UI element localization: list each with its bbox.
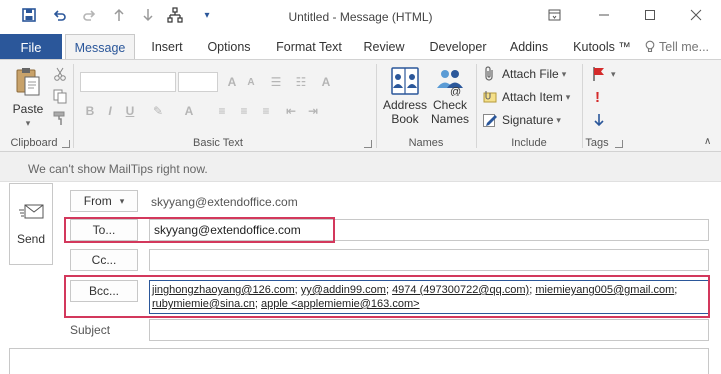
increase-indent-icon[interactable]: ⇥ — [305, 103, 321, 119]
tell-me-search[interactable]: Tell me... — [645, 34, 721, 60]
follow-up-button[interactable]: ▾ — [592, 64, 616, 84]
mailtips-bar: We can't show MailTips right now. — [0, 152, 721, 182]
check-names-icon: @ — [437, 70, 463, 96]
cc-field[interactable] — [149, 249, 709, 271]
ribbon-display-icon[interactable] — [545, 6, 563, 24]
numbering-icon[interactable]: ☷ — [293, 74, 309, 90]
send-envelope-icon — [19, 204, 44, 219]
font-size-dropdown[interactable] — [178, 72, 218, 92]
tell-me-label: Tell me... — [659, 40, 710, 54]
tab-review[interactable]: Review — [358, 34, 410, 60]
attach-file-dropdown-icon: ▾ — [561, 68, 567, 79]
attach-file-button[interactable]: Attach File ▾ — [482, 64, 566, 84]
basic-text-launcher-icon[interactable] — [364, 140, 372, 148]
subject-field[interactable] — [149, 319, 709, 341]
tab-message[interactable]: Message — [65, 34, 135, 60]
attach-file-label: Attach File — [502, 67, 559, 81]
tags-group-label: Tags — [585, 137, 609, 149]
collapse-ribbon-icon[interactable]: ∧ — [704, 136, 711, 147]
shrink-font-icon[interactable]: A — [243, 74, 259, 90]
message-body[interactable] — [9, 348, 709, 374]
paste-dropdown-icon: ▾ — [25, 118, 31, 128]
check-names-label-1: Check — [432, 98, 467, 112]
subject-label: Subject — [70, 323, 111, 337]
address-book-icon — [391, 67, 419, 95]
signature-button[interactable]: Signature ▾ — [482, 110, 561, 130]
tab-developer[interactable]: Developer — [422, 34, 494, 60]
group-divider — [376, 64, 377, 148]
address-book-label-1: Address — [382, 98, 428, 112]
copy-icon[interactable] — [52, 88, 68, 107]
cut-icon[interactable] — [52, 66, 68, 85]
align-center-icon[interactable]: ≡ — [236, 103, 252, 119]
tags-launcher-icon[interactable] — [615, 140, 623, 148]
font-name-dropdown[interactable] — [80, 72, 176, 92]
align-right-icon[interactable]: ≡ — [258, 103, 274, 119]
to-highlight-box — [64, 217, 335, 243]
attach-item-button[interactable]: Attach Item ▾ — [482, 87, 570, 107]
attach-item-icon — [483, 91, 497, 103]
grow-font-icon[interactable]: A — [224, 74, 240, 90]
check-names-button[interactable]: @ Check Names — [428, 66, 472, 126]
minimize-icon[interactable] — [595, 6, 613, 24]
bullets-icon[interactable]: ☰ — [268, 74, 284, 90]
from-address: skyyang@extendoffice.com — [151, 195, 298, 209]
signature-icon — [483, 114, 497, 127]
mailtips-text: We can't show MailTips right now. — [28, 162, 208, 176]
cc-button[interactable]: Cc... — [70, 249, 138, 271]
ribbon-tabs: File Message Insert Options Format Text … — [0, 34, 721, 60]
format-painter-icon[interactable] — [52, 110, 68, 129]
send-label: Send — [16, 232, 46, 246]
signature-dropdown-icon: ▾ — [556, 114, 561, 125]
lightbulb-icon — [645, 40, 655, 53]
attach-item-dropdown-icon: ▾ — [565, 91, 571, 102]
address-book-label-2: Book — [391, 112, 419, 126]
clipboard-launcher-icon[interactable] — [62, 140, 70, 148]
bold-icon[interactable]: B — [82, 103, 98, 119]
ribbon: Paste ▾ Clipboard A A ☰ ☷ A B I U ✎ A ≡ … — [0, 59, 721, 152]
decrease-indent-icon[interactable]: ⇤ — [283, 103, 299, 119]
paste-icon — [16, 68, 40, 96]
close-icon[interactable] — [687, 6, 705, 24]
highlight-icon[interactable]: ✎ — [150, 103, 166, 119]
tab-insert[interactable]: Insert — [142, 34, 192, 60]
tab-kutools[interactable]: Kutools ™ — [567, 34, 637, 60]
clipboard-group-label: Clipboard — [10, 137, 58, 149]
tab-file[interactable]: File — [0, 34, 62, 60]
from-dropdown-icon: ▾ — [119, 195, 125, 206]
align-left-icon[interactable]: ≡ — [214, 103, 230, 119]
high-importance-icon[interactable]: ! — [595, 87, 600, 107]
send-button[interactable]: Send — [9, 183, 53, 265]
attach-item-label: Attach Item — [502, 90, 563, 104]
clear-formatting-icon[interactable]: A — [318, 74, 334, 90]
check-names-label-2: Names — [430, 112, 469, 126]
follow-up-dropdown-icon: ▾ — [611, 68, 616, 79]
tab-options[interactable]: Options — [200, 34, 258, 60]
bcc-highlight-box — [64, 275, 710, 318]
tab-format-text[interactable]: Format Text — [270, 34, 348, 60]
signature-label: Signature — [502, 113, 554, 127]
underline-icon[interactable]: U — [122, 103, 138, 119]
paperclip-icon — [485, 66, 493, 81]
names-group-label: Names — [408, 137, 444, 149]
font-color-icon[interactable]: A — [181, 103, 197, 119]
tab-addins[interactable]: Addins — [502, 34, 556, 60]
include-group-label: Include — [511, 137, 547, 149]
title-bar: ▾ Untitled - Message (HTML) — [0, 0, 721, 34]
paste-button[interactable]: Paste ▾ — [11, 66, 45, 130]
address-book-button[interactable]: Address Book — [382, 66, 428, 126]
paste-label: Paste — [12, 102, 44, 116]
from-button[interactable]: From ▾ — [70, 190, 138, 212]
flag-icon — [593, 67, 604, 81]
group-divider — [73, 64, 74, 148]
svg-text:@: @ — [450, 86, 461, 96]
maximize-icon[interactable] — [641, 6, 659, 24]
low-importance-icon[interactable] — [594, 110, 604, 130]
group-divider — [582, 64, 583, 148]
group-divider — [476, 64, 477, 148]
from-button-label: From — [83, 194, 112, 208]
basic-text-group-label: Basic Text — [193, 137, 243, 149]
italic-icon[interactable]: I — [102, 103, 118, 119]
